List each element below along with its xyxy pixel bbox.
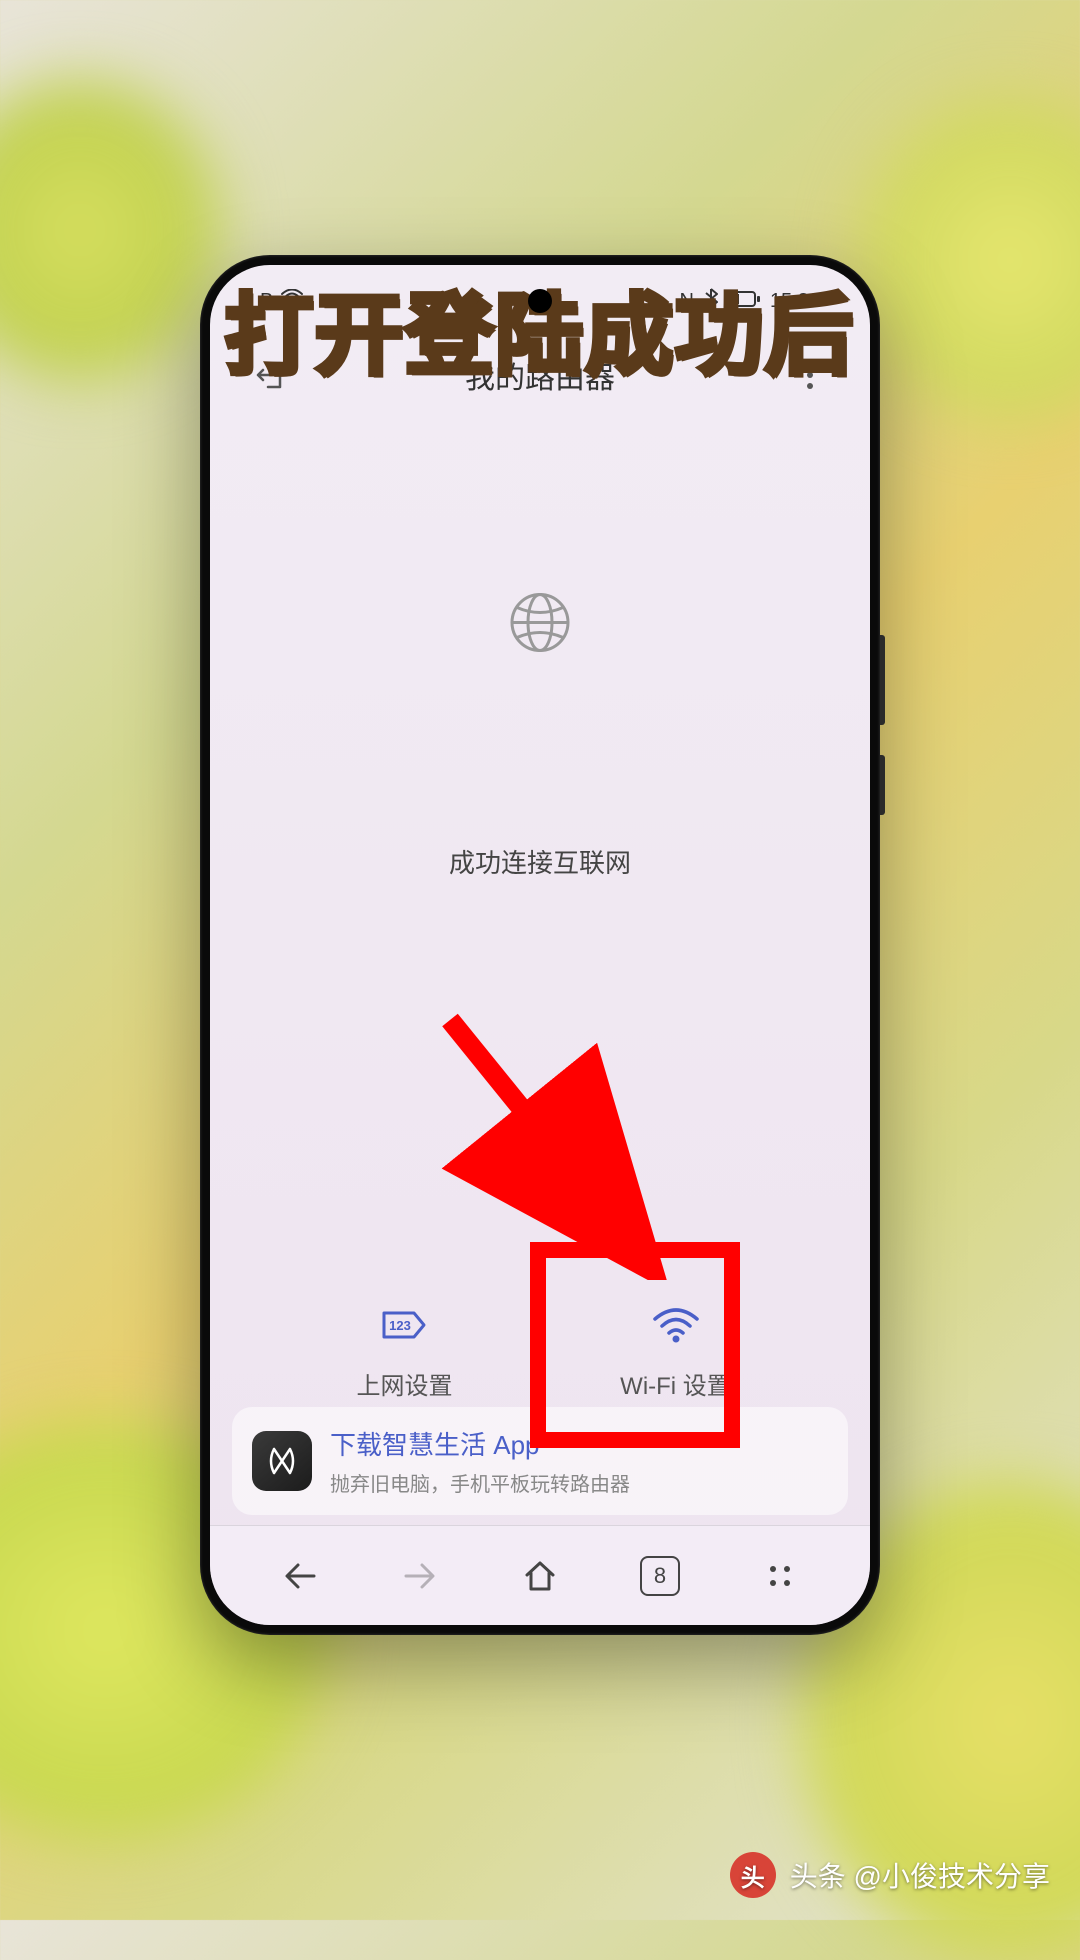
tabs-count: 8 [640,1556,680,1596]
connection-status-dial: 成功连接互联网 [210,415,870,890]
background-decor [860,100,1080,420]
menu-button[interactable] [755,1551,805,1601]
tile-label: 上网设置 [357,1366,453,1401]
background-decor [0,80,220,380]
app-icon [252,1431,312,1491]
grid-menu-icon [770,1566,790,1586]
watermark-badge-icon: 头 [730,1852,776,1898]
tag-123-icon: 123 [380,1300,430,1350]
tabs-button[interactable]: 8 [635,1551,685,1601]
svg-text:123: 123 [389,1318,411,1333]
internet-settings-button[interactable]: 123 上网设置 [270,1286,540,1415]
watermark-prefix: 头条 @ [790,1861,882,1892]
app-card-title: 下载智慧生活 App [330,1425,630,1462]
power-button [880,755,885,815]
globe-icon [505,588,575,663]
wifi-settings-button[interactable]: Wi-Fi 设置 [541,1286,811,1415]
camera-notch [528,289,552,313]
overlay-caption: 打开登陆成功后 [225,265,855,392]
app-card-subtitle: 抛弃旧电脑，手机平板玩转路由器 [330,1468,630,1497]
forward-button[interactable] [395,1551,445,1601]
app-download-card[interactable]: 下载智慧生活 App 抛弃旧电脑，手机平板玩转路由器 [232,1407,848,1515]
wifi-icon [651,1300,701,1350]
settings-tiles: 123 上网设置 Wi-Fi 设置 [210,1286,870,1415]
volume-button [880,635,885,725]
phone-screen: B N 15:33 我的路由器 [210,265,870,1625]
watermark-author: 小俊技术分享 [882,1861,1050,1892]
back-button[interactable] [275,1551,325,1601]
tile-label: Wi-Fi 设置 [620,1366,731,1401]
browser-nav-bar: 8 [210,1525,870,1625]
watermark: 头 头条 @小俊技术分享 [730,1852,1050,1898]
home-button[interactable] [515,1551,565,1601]
phone-frame: B N 15:33 我的路由器 [200,255,880,1635]
connection-status-text: 成功连接互联网 [449,843,631,880]
